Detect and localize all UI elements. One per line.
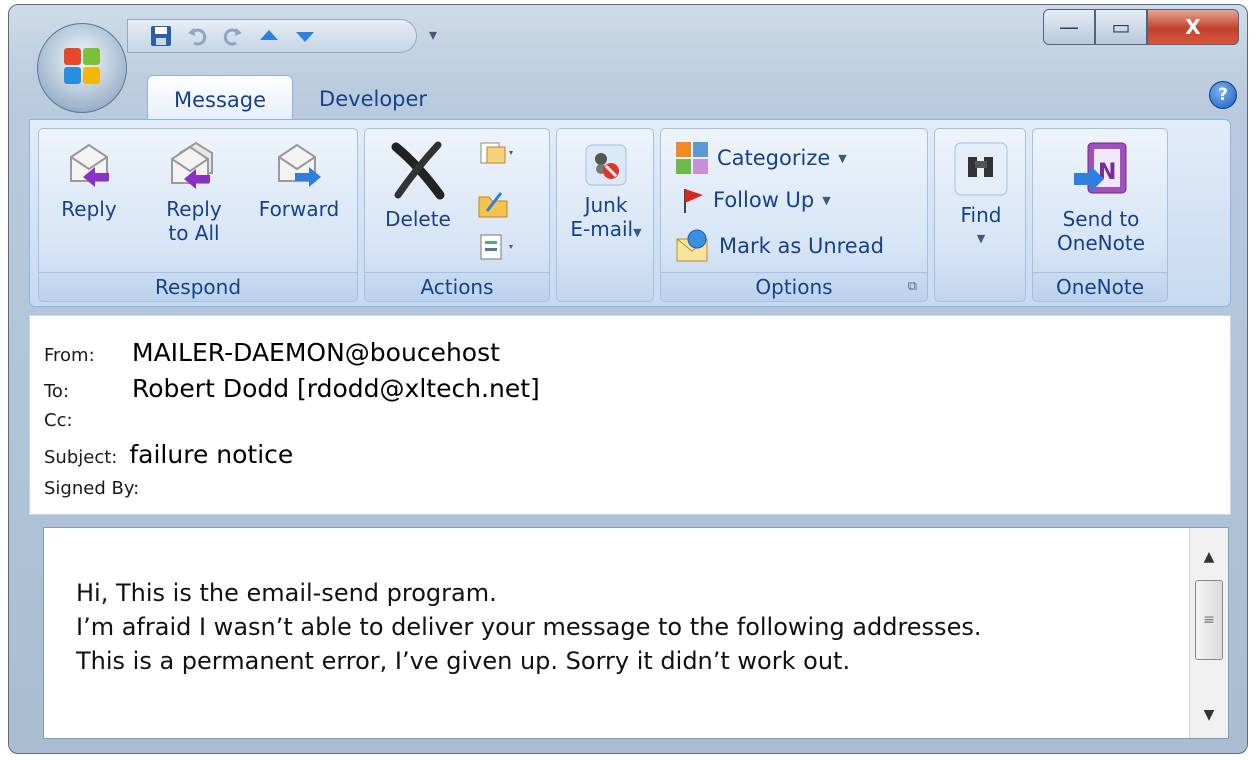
signed-by-label: Signed By: [44,478,140,499]
group-onenote: N Send to OneNote OneNote [1032,128,1168,302]
group-label-actions: Actions [365,272,549,301]
save-icon[interactable] [150,25,172,47]
reply-all-label-2: to All [168,221,220,245]
categorize-label: Categorize [717,146,831,170]
subject-label: Subject: [44,447,118,468]
create-rule-button[interactable] [477,189,509,223]
message-header: From: MAILER-DAEMON@boucehost To: Robert… [29,315,1231,515]
dialog-launcher-icon[interactable]: ⧉ [908,273,917,301]
tab-developer[interactable]: Developer [293,75,453,119]
delete-x-icon [391,141,445,200]
reply-all-button[interactable]: Reply to All [149,141,239,245]
office-button[interactable] [37,23,127,113]
subject-value: failure notice [129,440,294,469]
mark-unread-button[interactable]: Mark as Unread [675,229,884,263]
delete-button[interactable]: Delete [373,141,463,231]
customize-toolbar-icon[interactable]: ▾ [429,25,437,44]
categorize-icon [676,142,708,174]
reply-button[interactable]: Reply [49,141,129,221]
help-icon[interactable]: ? [1209,81,1237,109]
find-dropdown-icon: ▼ [976,232,986,245]
other-actions-icon [480,234,513,260]
from-row: From: MAILER-DAEMON@boucehost [44,338,500,367]
junk-email-button[interactable]: Junk E-mail▼ [561,143,651,245]
body-line: Hi, This is the email-send program. [76,579,497,607]
delete-label: Delete [385,207,451,231]
options-label: Options [755,275,833,299]
group-label-options: Options ⧉ [661,272,927,301]
find-button[interactable]: Find ▼ [939,141,1023,251]
group-actions: Delete Actions [364,128,550,302]
junk-label-2-row: E-mail▼ [561,217,651,245]
group-options: Categorize ▼ Follow Up ▼ Mark as Unread Op… [660,128,928,302]
unread-envelope-icon [676,229,708,262]
previous-item-icon[interactable] [258,25,280,47]
close-button[interactable]: X [1147,9,1239,45]
mark-unread-label: Mark as Unread [719,234,884,258]
reply-icon [70,143,109,187]
to-value[interactable]: Robert Dodd [rdodd@xltech.net] [132,374,540,403]
reply-label: Reply [61,197,117,221]
send-to-label-2: OneNote [1056,231,1146,255]
forward-icon [278,143,321,187]
follow-up-dropdown-icon: ▼ [822,193,831,207]
reply-all-icon [171,141,213,189]
message-body-text: Hi, This is the email-send program. I’m … [76,576,981,678]
signed-by-row: Signed By: [44,478,139,499]
folder-rule-icon [478,192,508,218]
tab-message[interactable]: Message [147,75,294,120]
minimize-button[interactable]: — [1043,9,1095,45]
cc-label: Cc: [44,410,73,431]
group-label-respond: Respond [39,272,357,301]
junk-label-1: Junk [584,193,628,217]
scroll-thumb[interactable]: ≡ [1195,580,1223,660]
junk-dropdown-icon: ▼ [633,226,642,239]
group-respond: Reply Reply to All Forward Respond [38,128,358,302]
ribbon: Reply Reply to All Forward Respond Delet… [29,119,1231,307]
categorize-button[interactable]: Categorize ▼ [675,141,847,175]
junk-icon [585,144,627,186]
scroll-up-icon[interactable]: ▲ [1190,542,1228,572]
group-find: Find ▼ [934,128,1026,302]
cc-row: Cc: [44,410,73,431]
from-value[interactable]: MAILER-DAEMON@boucehost [132,338,500,367]
undo-icon[interactable] [186,25,208,47]
office-logo-icon [64,48,100,84]
body-line: This is a permanent error, I’ve given up… [76,647,851,675]
move-to-folder-button[interactable] [477,139,517,171]
to-label: To: [44,381,70,402]
maximize-button[interactable]: ▭ [1095,9,1147,45]
ribbon-tabs: Message Developer [147,75,453,120]
redo-icon[interactable] [222,25,244,47]
quick-access-toolbar [127,19,417,53]
vertical-scrollbar[interactable]: ▲ ≡ ▼ [1189,528,1228,738]
move-folder-icon [480,142,513,164]
categorize-dropdown-icon: ▼ [838,151,847,165]
subject-row: Subject: failure notice [44,440,293,469]
follow-up-label: Follow Up [713,188,815,212]
junk-label-2: E-mail [570,217,634,241]
message-body[interactable]: Hi, This is the email-send program. I’m … [43,527,1229,739]
message-window: ▾ — ▭ X Message Developer ? Reply Reply … [8,4,1248,754]
scroll-down-icon[interactable]: ▼ [1190,700,1228,730]
send-to-label-1: Send to [1062,207,1140,231]
forward-button[interactable]: Forward [249,141,349,221]
flag-icon [684,189,703,213]
follow-up-button[interactable]: Follow Up ▼ [679,185,831,215]
other-actions-button[interactable] [477,233,517,265]
binoculars-icon [954,142,1008,196]
title-bar: ▾ — ▭ X [9,5,1247,67]
to-row: To: Robert Dodd [rdodd@xltech.net] [44,374,540,403]
forward-label: Forward [258,197,340,221]
send-to-onenote-button[interactable]: N Send to OneNote [1039,139,1163,255]
onenote-icon: N [1074,142,1127,194]
group-junk: Junk E-mail▼ [556,128,654,302]
next-item-icon[interactable] [294,25,316,47]
body-line: I’m afraid I wasn’t able to deliver your… [76,613,982,641]
reply-all-label-1: Reply [166,197,222,221]
from-label: From: [44,345,95,366]
find-label: Find [960,203,1002,227]
window-controls: — ▭ X [1043,9,1239,45]
group-label-onenote: OneNote [1033,272,1167,301]
